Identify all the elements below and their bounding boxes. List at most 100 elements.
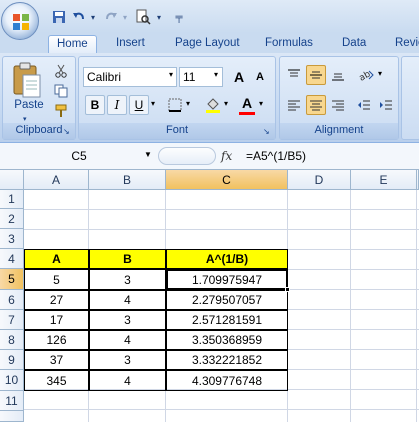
row-header-7[interactable]: 7 <box>0 310 24 330</box>
paste-button[interactable]: Paste <box>9 99 49 111</box>
table-cell-c9[interactable]: 3.332221852 <box>166 350 288 370</box>
save-icon[interactable] <box>50 8 68 26</box>
grow-font-button[interactable]: A <box>229 67 249 87</box>
redo-icon[interactable] <box>102 8 120 26</box>
table-cell-c8[interactable]: 3.350368959 <box>166 330 288 350</box>
row-header-9[interactable]: 9 <box>0 350 24 370</box>
shrink-font-button[interactable]: A <box>250 67 270 87</box>
table-header-result[interactable]: A^(1/B) <box>166 249 288 269</box>
row-header-4[interactable]: 4 <box>0 249 24 269</box>
insert-function-button[interactable]: fx <box>221 146 243 166</box>
fill-handle[interactable] <box>285 287 290 292</box>
underline-button[interactable]: U <box>129 95 149 115</box>
orientation-dropdown-icon[interactable]: ▾ <box>378 69 382 78</box>
column-header-c[interactable]: C <box>166 170 288 190</box>
next-group-partial <box>401 56 419 140</box>
font-group-label: Font <box>79 123 275 139</box>
align-left-icon[interactable] <box>284 95 304 115</box>
undo-dropdown-icon[interactable]: ▾ <box>88 8 98 26</box>
redo-dropdown-icon[interactable]: ▾ <box>120 8 130 26</box>
fill-color-icon[interactable] <box>203 95 223 115</box>
print-preview-dropdown-icon[interactable]: ▾ <box>154 8 164 26</box>
column-header-b[interactable]: B <box>89 170 166 190</box>
table-cell-c7[interactable]: 2.571281591 <box>166 310 288 330</box>
font-group: Calibri ▾ 11 ▾ A A B I U ▾ ▾ ▾ A ▾ Font … <box>78 56 276 140</box>
orientation-icon[interactable]: ab <box>356 65 376 85</box>
fill-color-dropdown-icon[interactable]: ▾ <box>224 99 228 108</box>
table-cell-b7[interactable]: 3 <box>89 310 166 330</box>
table-cell-c5-active[interactable]: 1.709975947 <box>166 269 288 290</box>
customize-toolbar-icon[interactable]: ╤ <box>170 8 188 26</box>
decrease-indent-icon[interactable] <box>354 95 374 115</box>
row-header-12-partial <box>0 411 24 422</box>
align-top-icon[interactable] <box>284 65 304 85</box>
format-painter-icon[interactable] <box>51 101 71 121</box>
select-all-corner[interactable] <box>0 170 24 190</box>
align-middle-icon[interactable] <box>306 65 326 85</box>
paste-icon[interactable] <box>11 61 43 101</box>
print-preview-icon[interactable] <box>134 8 152 26</box>
column-header-d[interactable]: D <box>288 170 351 190</box>
copy-icon[interactable] <box>51 81 71 101</box>
clipboard-launcher-icon[interactable]: ↘ <box>63 127 73 137</box>
tab-formulas[interactable]: Formulas <box>257 35 321 53</box>
table-cell-a8[interactable]: 126 <box>24 330 89 350</box>
row-header-10[interactable]: 10 <box>0 370 24 391</box>
alignment-group-label: Alignment <box>280 123 398 139</box>
table-cell-a9[interactable]: 37 <box>24 350 89 370</box>
font-color-button[interactable]: A <box>237 93 257 113</box>
undo-icon[interactable] <box>70 8 88 26</box>
table-header-a[interactable]: A <box>24 249 89 269</box>
increase-indent-icon[interactable] <box>376 95 396 115</box>
row-header-6[interactable]: 6 <box>0 290 24 310</box>
borders-dropdown-icon[interactable]: ▾ <box>186 99 190 108</box>
row-header-3[interactable]: 3 <box>0 229 24 249</box>
table-cell-c10[interactable]: 4.309776748 <box>166 370 288 391</box>
font-color-dropdown-icon[interactable]: ▾ <box>259 99 263 108</box>
table-cell-a7[interactable]: 17 <box>24 310 89 330</box>
office-button[interactable] <box>1 2 39 40</box>
table-cell-b8[interactable]: 4 <box>89 330 166 350</box>
clipboard-group: Paste ▾ Clipboard ↘ <box>2 56 76 140</box>
table-cell-b10[interactable]: 4 <box>89 370 166 391</box>
borders-icon[interactable] <box>165 95 185 115</box>
office-logo-icon <box>13 14 29 30</box>
font-launcher-icon[interactable]: ↘ <box>263 127 273 137</box>
formula-bar-splitter[interactable] <box>158 147 216 165</box>
cut-icon[interactable] <box>51 61 71 81</box>
table-cell-b9[interactable]: 3 <box>89 350 166 370</box>
tab-page-layout[interactable]: Page Layout <box>167 35 248 53</box>
row-header-1[interactable]: 1 <box>0 190 24 209</box>
font-name-box[interactable]: Calibri <box>83 67 177 87</box>
font-size-dropdown-icon[interactable]: ▾ <box>214 70 218 79</box>
column-header-e[interactable]: E <box>351 170 417 190</box>
row-header-2[interactable]: 2 <box>0 209 24 229</box>
row-header-8[interactable]: 8 <box>0 330 24 350</box>
row-header-5[interactable]: 5 <box>0 269 24 290</box>
table-cell-a10[interactable]: 345 <box>24 370 89 391</box>
tab-insert[interactable]: Insert <box>108 35 153 53</box>
name-box[interactable]: C5 <box>4 146 154 166</box>
table-cell-b5[interactable]: 3 <box>89 269 166 290</box>
align-bottom-icon[interactable] <box>328 65 348 85</box>
table-cell-a5[interactable]: 5 <box>24 269 89 290</box>
align-right-icon[interactable] <box>328 95 348 115</box>
paste-dropdown-icon[interactable]: ▾ <box>23 115 27 123</box>
alignment-group: ab ▾ Alignment <box>279 56 399 140</box>
column-header-a[interactable]: A <box>24 170 89 190</box>
italic-button[interactable]: I <box>107 95 127 115</box>
align-center-icon[interactable] <box>306 95 326 115</box>
tab-review[interactable]: Revie <box>387 35 419 53</box>
formula-input[interactable]: =A5^(1/B5) <box>246 146 419 166</box>
tab-home[interactable]: Home <box>48 35 97 53</box>
table-cell-b6[interactable]: 4 <box>89 290 166 310</box>
bold-button[interactable]: B <box>85 95 105 115</box>
table-header-b[interactable]: B <box>89 249 166 269</box>
font-name-dropdown-icon[interactable]: ▾ <box>169 70 173 79</box>
underline-dropdown-icon[interactable]: ▾ <box>151 99 155 108</box>
table-cell-a6[interactable]: 27 <box>24 290 89 310</box>
row-header-11[interactable]: 11 <box>0 391 24 411</box>
name-box-dropdown-icon[interactable]: ▼ <box>144 150 152 159</box>
tab-data[interactable]: Data <box>334 35 374 53</box>
table-cell-c6[interactable]: 2.279507057 <box>166 290 288 310</box>
